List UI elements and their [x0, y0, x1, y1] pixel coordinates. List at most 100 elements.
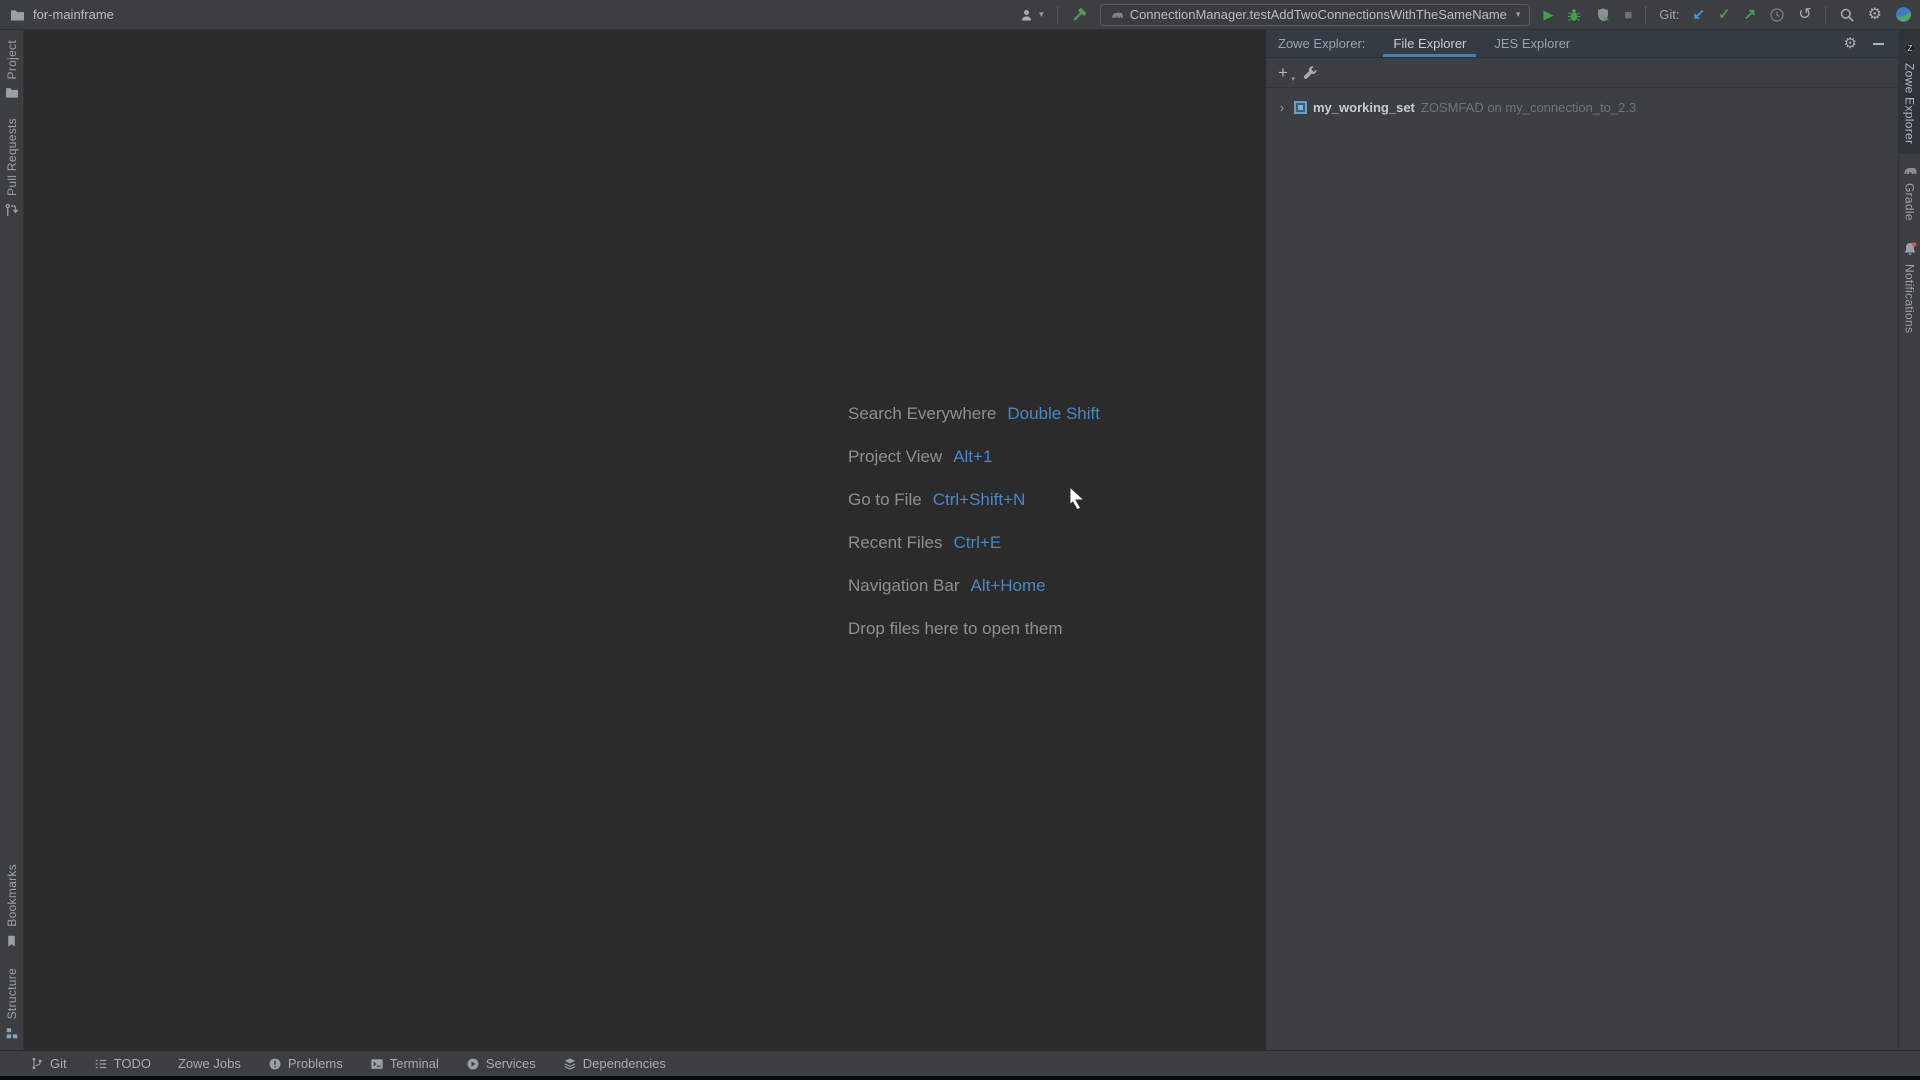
tab-jes-explorer[interactable]: JES Explorer [1480, 30, 1584, 57]
add-caret-icon: ▾ [1291, 76, 1295, 83]
debug-bug-icon[interactable] [1566, 7, 1582, 23]
bookmark-icon [8, 935, 15, 947]
zowe-panel-toolbar: + ▾ [1266, 58, 1898, 88]
edit-wrench-icon[interactable] [1302, 65, 1317, 80]
ide-sphere-icon[interactable] [1895, 6, 1912, 23]
history-clock-icon [1769, 7, 1785, 23]
bottom-edge [0, 1076, 1920, 1080]
panel-header-spacer [1584, 30, 1843, 57]
git-update-icon[interactable]: ↙ [1693, 7, 1706, 22]
right-tool-stripe: Z Zowe Explorer Gradle Notifications [1898, 30, 1920, 1050]
git-commit-icon[interactable]: ✓ [1718, 7, 1731, 22]
toolbar-separator [1056, 5, 1058, 24]
project-folder-icon [10, 8, 25, 21]
shortcut-label: Go to File [848, 489, 922, 509]
terminal-tool-label: Terminal [389, 1056, 439, 1071]
toolbar-separator [1645, 5, 1647, 24]
pull-requests-tool-label: Pull Requests [4, 118, 19, 197]
zowe-jobs-tool-label: Zowe Jobs [177, 1056, 241, 1071]
todo-tool-label: TODO [113, 1056, 151, 1071]
dependencies-layers-icon [564, 1057, 576, 1070]
zowe-panel-header: Zowe Explorer: File Explorer JES Explore… [1266, 30, 1898, 58]
shortcut-row: Search Everywhere Double Shift [848, 392, 1100, 435]
dependencies-tool-label: Dependencies [582, 1056, 666, 1071]
panel-title: Zowe Explorer: [1278, 36, 1366, 51]
gradle-task-icon [1111, 12, 1123, 18]
bookmarks-tool-label: Bookmarks [4, 863, 19, 927]
tool-button-project[interactable]: Project [0, 30, 23, 108]
left-stripe-top: Project Pull Requests [0, 30, 23, 228]
stop-button: ■ [1624, 7, 1633, 22]
file-explorer-tree: › my_working_set ZOSMFAD on my_connectio… [1266, 88, 1898, 120]
editor-area[interactable]: Search Everywhere Double Shift Project V… [24, 30, 1265, 1050]
code-with-me-users-icon[interactable]: ▾ [1020, 7, 1044, 23]
tool-button-structure[interactable]: Structure [0, 958, 23, 1050]
shortcut-label: Recent Files [848, 532, 943, 552]
problems-tool-label: Problems [287, 1056, 343, 1071]
add-working-set-button[interactable]: + ▾ [1278, 64, 1295, 83]
zowe-explorer-tool-label: Zowe Explorer [1902, 63, 1917, 145]
drop-files-hint: Drop files here to open them [848, 618, 1063, 638]
shortcut-row: Go to File Ctrl+Shift+N [848, 478, 1100, 521]
build-hammer-icon[interactable] [1071, 7, 1087, 23]
tool-button-todo[interactable]: TODO [94, 1056, 151, 1071]
gradle-elephant-icon [1904, 168, 1916, 175]
git-push-icon[interactable]: ↗ [1744, 7, 1757, 22]
tool-button-zowe-explorer[interactable]: Z Zowe Explorer [1899, 30, 1920, 155]
tool-button-git[interactable]: Git [30, 1056, 67, 1071]
left-stripe-bottom: Bookmarks Structure [0, 854, 23, 1050]
working-set-name: my_working_set [1313, 99, 1415, 115]
services-tool-label: Services [485, 1056, 536, 1071]
ide-window: for-mainframe ▾ ConnectionManager.testAd… [0, 0, 1920, 1080]
tool-button-bookmarks[interactable]: Bookmarks [0, 854, 23, 958]
tab-file-explorer[interactable]: File Explorer [1379, 30, 1480, 57]
structure-tool-label: Structure [4, 967, 19, 1019]
settings-gear-icon[interactable]: ⚙ [1868, 6, 1882, 23]
gradle-tool-label: Gradle [1902, 183, 1917, 222]
shortcut-row: Navigation Bar Alt+Home [848, 564, 1100, 607]
drop-hint-row: Drop files here to open them [848, 607, 1100, 650]
shortcut-label: Project View [848, 446, 943, 466]
project-tool-label: Project [4, 40, 19, 80]
project-title: for-mainframe [33, 7, 114, 22]
expand-chevron-icon[interactable]: › [1276, 100, 1288, 115]
run-button[interactable]: ▶ [1543, 8, 1553, 21]
run-configuration-select[interactable]: ConnectionManager.testAddTwoConnectionsW… [1099, 3, 1531, 26]
pull-request-icon [5, 204, 19, 217]
tool-button-services[interactable]: Services [466, 1056, 536, 1071]
tool-button-notifications[interactable]: Notifications [1899, 231, 1920, 343]
shortcut-keys: Double Shift [1007, 403, 1100, 423]
search-everywhere-icon[interactable] [1839, 7, 1855, 23]
terminal-icon [371, 1058, 383, 1069]
panel-settings-gear-icon[interactable]: ⚙ [1844, 36, 1857, 51]
tool-button-dependencies[interactable]: Dependencies [563, 1056, 666, 1071]
services-icon [467, 1058, 479, 1069]
tool-button-zowe-jobs[interactable]: Zowe Jobs [178, 1056, 241, 1071]
problems-icon [269, 1058, 281, 1069]
notifications-tool-label: Notifications [1902, 264, 1917, 334]
structure-icon [6, 1028, 17, 1039]
zowe-z-icon: Z [1903, 41, 1916, 55]
bottom-tool-bar: Git TODO Zowe Jobs Problems Terminal Ser… [0, 1050, 1920, 1076]
tool-button-pull-requests[interactable]: Pull Requests [0, 108, 23, 228]
folder-icon [5, 88, 18, 99]
editor-shortcut-hints: Search Everywhere Double Shift Project V… [848, 392, 1100, 650]
toolbar-separator [1824, 5, 1826, 24]
tool-button-problems[interactable]: Problems [268, 1056, 343, 1071]
title-bar: for-mainframe ▾ ConnectionManager.testAd… [0, 0, 1920, 30]
run-with-coverage-icon[interactable] [1595, 7, 1611, 23]
working-set-icon [1294, 100, 1307, 114]
shortcut-label: Navigation Bar [848, 575, 960, 595]
shortcut-label: Search Everywhere [848, 403, 997, 423]
rollback-icon[interactable]: ↺ [1798, 6, 1811, 23]
title-bar-left: for-mainframe [0, 7, 114, 22]
main-toolbar: ▾ ConnectionManager.testAddTwoConnection… [1020, 0, 1920, 29]
working-set-tree-row[interactable]: › my_working_set ZOSMFAD on my_connectio… [1266, 94, 1898, 120]
tool-button-terminal[interactable]: Terminal [370, 1056, 439, 1071]
git-tool-label: Git [50, 1056, 67, 1071]
zowe-explorer-panel: Zowe Explorer: File Explorer JES Explore… [1265, 30, 1898, 1050]
tool-button-gradle[interactable]: Gradle [1899, 154, 1920, 231]
svg-text:Z: Z [1907, 44, 1912, 53]
todo-list-icon [95, 1059, 106, 1068]
hide-panel-icon[interactable] [1873, 42, 1884, 45]
